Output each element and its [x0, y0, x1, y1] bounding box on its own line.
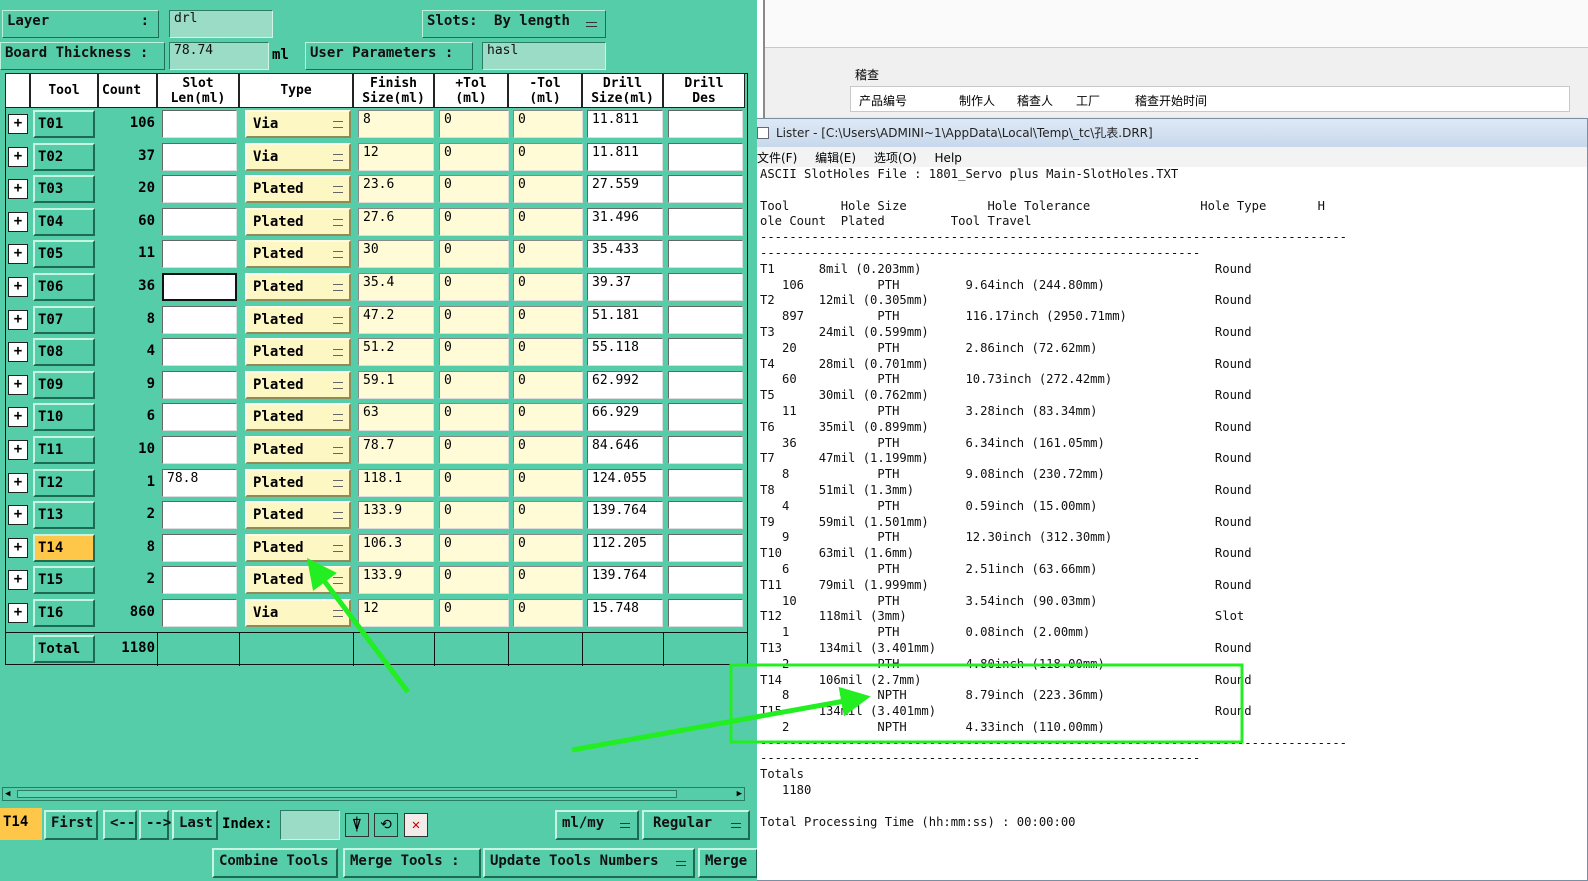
annotation-arrow-type	[306, 558, 410, 694]
annotation-highlight-box	[729, 663, 1244, 744]
annotation-overlay	[306, 558, 1244, 753]
